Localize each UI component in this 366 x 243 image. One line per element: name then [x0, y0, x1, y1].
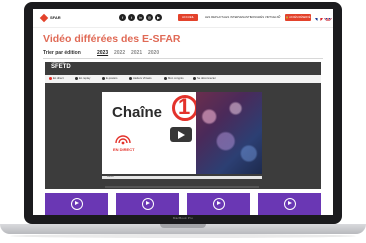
device-label: MacBook Pro	[172, 216, 194, 220]
workshop-icon	[129, 76, 132, 80]
video-progress-bar[interactable]	[102, 176, 262, 179]
sfar-logo[interactable]: SFAR	[39, 13, 61, 23]
year-tab-2020[interactable]: 2020	[148, 50, 159, 56]
nav-en-direct-label: En direct	[53, 77, 64, 80]
play-icon	[141, 198, 154, 210]
facebook-icon[interactable]: f	[119, 14, 126, 21]
logo-mark-icon	[39, 13, 49, 23]
site-header: SFAR f t in ◎ ▶ ACCUEIL LES REPLAYS LES …	[33, 9, 333, 28]
year-tab-2023[interactable]: 2023	[97, 50, 108, 56]
video-card[interactable]	[116, 193, 179, 215]
nav-ateliers-virtuels-label: Ateliers Virtuels	[133, 77, 152, 80]
live-dot-icon	[49, 76, 52, 80]
laptop-shadow	[10, 234, 356, 238]
video-card[interactable]	[187, 193, 250, 215]
replay-icon	[75, 76, 78, 80]
nav-ateliers-virtuels[interactable]: Ateliers Virtuels	[129, 76, 152, 82]
flag-fr-icon[interactable]	[315, 13, 323, 21]
year-tab-2021[interactable]: 2021	[131, 50, 142, 56]
nav-e-posters-label: E-posters	[106, 77, 118, 80]
search-icon[interactable]: ⌕	[278, 14, 281, 20]
progress-label: Début	[107, 175, 114, 178]
social-links: f t in ◎ ▶	[119, 14, 162, 21]
nav-en-replay[interactable]: En replay	[75, 76, 90, 82]
channel-word: Chaîne	[112, 104, 163, 121]
player-footer-bar	[105, 186, 259, 188]
linkedin-icon[interactable]: in	[137, 14, 144, 21]
nav-replays-link[interactable]: LES REPLAYS	[205, 14, 224, 21]
player-brand: SFETD	[51, 64, 71, 70]
audience-lights	[196, 92, 262, 174]
nav-congres-link[interactable]: CONGRÈS VIRTUELS	[250, 14, 279, 21]
channel-number: 1	[178, 94, 191, 119]
live-text: EN DIRECT	[113, 147, 135, 152]
video-frame[interactable]: Chaîne 1 EN DIRECT	[102, 92, 262, 174]
video-card[interactable]	[45, 193, 108, 215]
twitter-icon[interactable]: t	[128, 14, 135, 21]
nav-accueil-button[interactable]: ACCUEIL	[178, 14, 198, 21]
youtube-icon[interactable]: ▶	[155, 14, 162, 21]
live-broadcast-icon	[115, 135, 131, 145]
page-title: Vidéo différées des E-SFAR	[43, 33, 181, 45]
nav-mon-congres-label: Mon congrès	[168, 77, 184, 80]
play-icon	[212, 198, 225, 210]
play-icon	[70, 198, 83, 210]
video-player: Cliquez ici pour SFETD En direct En repl…	[45, 62, 321, 189]
laptop-screen: SFAR f t in ◎ ▶ ACCUEIL LES REPLAYS LES …	[33, 9, 333, 215]
logo-text: SFAR	[50, 15, 61, 20]
video-cards-row	[45, 193, 321, 215]
nav-se-deconnecter[interactable]: Se déconnecter	[193, 76, 216, 82]
reserved-access-button[interactable]: 🔒 ACCÈS RÉSERVÉ	[285, 14, 311, 21]
instagram-icon[interactable]: ◎	[146, 14, 153, 21]
sort-label: Trier par édition	[43, 50, 81, 56]
flag-en-icon[interactable]	[324, 13, 332, 21]
player-nav-bar: En direct En replay E-posters Ateliers V…	[45, 75, 321, 83]
year-tab-2022[interactable]: 2022	[114, 50, 125, 56]
laptop-notch	[160, 224, 206, 228]
year-filter-bar: Trier par édition 2023 2022 2021 2020	[43, 50, 323, 59]
poster-icon	[102, 76, 105, 80]
audience-photo	[196, 92, 262, 174]
video-play-button[interactable]	[170, 127, 192, 142]
nav-intervenants-link[interactable]: LES INTERVENANTS	[224, 14, 252, 21]
play-icon	[283, 198, 296, 210]
video-card[interactable]	[258, 193, 321, 215]
nav-e-posters[interactable]: E-posters	[102, 76, 118, 82]
nav-mon-congres[interactable]: Mon congrès	[164, 76, 184, 82]
reserved-access-label: ACCÈS RÉSERVÉ	[289, 16, 311, 19]
nav-en-direct[interactable]: En direct	[49, 76, 64, 82]
logout-icon	[193, 76, 196, 80]
congress-icon	[164, 76, 167, 80]
nav-en-replay-label: En replay	[79, 77, 91, 80]
nav-se-deconnecter-label: Se déconnecter	[197, 77, 216, 80]
